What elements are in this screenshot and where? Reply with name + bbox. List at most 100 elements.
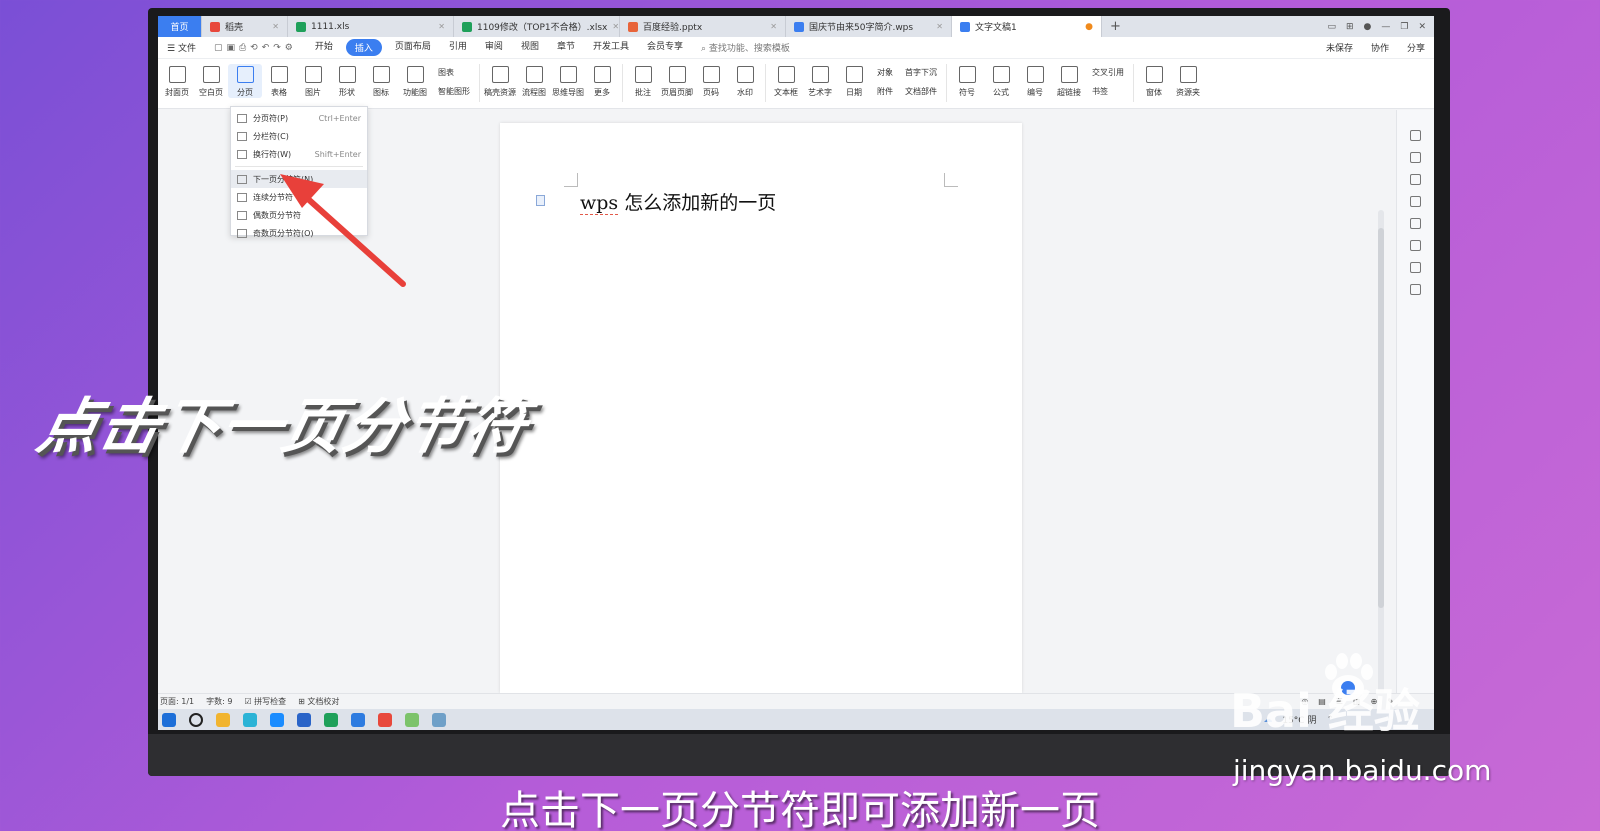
ribbon-button-ribbon-buttons2-6[interactable]: 页码 — [694, 64, 728, 98]
minimize-icon[interactable]: — — [1381, 22, 1390, 32]
ribbon-button-ribbon-buttons4-0[interactable]: 窗体 — [1137, 64, 1171, 98]
image-icon[interactable] — [1410, 240, 1421, 251]
document-text[interactable]: wps 怎么添加新的一页 — [580, 188, 776, 215]
ribbon-button-ribbon-buttons2-1[interactable]: 流程图 — [517, 64, 551, 98]
taskbar-app-icon-6[interactable] — [324, 712, 338, 727]
tab-close-icon[interactable]: ✕ — [612, 22, 619, 31]
tab-0[interactable]: 首页 — [158, 16, 202, 37]
taskbar-app-icon-8[interactable] — [378, 712, 392, 727]
tab-close-icon[interactable]: ✕ — [272, 22, 279, 31]
grid-icon[interactable]: ⊞ — [1346, 22, 1354, 32]
taskbar-app-icon-4[interactable] — [270, 712, 284, 727]
menu-tab-0[interactable]: 开始 — [315, 39, 333, 56]
ribbon-button-ribbon-buttons3-1[interactable]: 公式 — [984, 64, 1018, 98]
tab-5[interactable]: 国庆节由来50字简介.wps ✕ — [786, 16, 952, 37]
ribbon-button-ribbon-buttons3-3[interactable]: 超链接 — [1052, 64, 1086, 98]
ribbon-button-ribbon-buttons2-8[interactable]: 文本框 — [769, 64, 803, 98]
ribbon-button-ribbon-buttons-2[interactable]: 分页 — [228, 64, 262, 98]
ribbon-button-ribbon-buttons2-5[interactable]: 页眉页脚 — [660, 64, 694, 98]
scrollbar-thumb[interactable] — [1378, 228, 1384, 608]
vertical-scrollbar[interactable] — [1378, 210, 1384, 730]
ribbon-small-button[interactable]: 对象 — [877, 67, 893, 78]
ribbon-button-ribbon-buttons2-7[interactable]: 水印 — [728, 64, 762, 98]
menu-tab-8[interactable]: 会员专享 — [647, 39, 683, 56]
close-icon[interactable]: ✕ — [1418, 22, 1426, 32]
tab-close-icon[interactable]: ✕ — [936, 22, 943, 31]
menu-right-1[interactable]: 协作 — [1371, 41, 1389, 54]
avatar[interactable]: ● — [1364, 22, 1372, 32]
dropdown-item-5[interactable]: 偶数页分节符 — [231, 206, 367, 224]
ribbon-button-ribbon-buttons2-10[interactable]: 日期 — [837, 64, 871, 98]
help-icon[interactable] — [1410, 218, 1421, 229]
edit-icon[interactable] — [1410, 152, 1421, 163]
taskbar-app-icon-5[interactable] — [297, 712, 311, 727]
layout-icon[interactable]: ▭ — [1327, 22, 1336, 32]
ribbon-small-button[interactable]: 首字下沉 — [905, 67, 937, 78]
ribbon-button-ribbon-buttons3-2[interactable]: 编号 — [1018, 64, 1052, 98]
menu-tab-1[interactable]: 插入 — [345, 39, 382, 56]
tab-1[interactable]: 稻壳 ✕ — [202, 16, 288, 37]
ribbon-button-ribbon-buttons2-9[interactable]: 艺术字 — [803, 64, 837, 98]
taskbar-app-icon-3[interactable] — [243, 712, 257, 727]
restore-icon[interactable]: ❐ — [1400, 22, 1408, 32]
dropdown-item-4[interactable]: 连续分节符 — [231, 188, 367, 206]
ribbon-button-ribbon-buttons2-3[interactable]: 更多 — [585, 64, 619, 98]
status-proof[interactable]: ⊞ 文档校对 — [298, 696, 339, 707]
ribbon-button-ribbon-buttons-1[interactable]: 空白页 — [194, 64, 228, 98]
taskbar-app-icon-7[interactable] — [351, 712, 365, 727]
status-words[interactable]: 字数: 9 — [206, 696, 232, 707]
paragraph-doc-icon[interactable] — [536, 195, 545, 206]
menu-right-2[interactable]: 分享 — [1407, 41, 1425, 54]
taskbar-app-icon-0[interactable] — [162, 712, 176, 727]
adjust-icon[interactable] — [1410, 196, 1421, 207]
dropdown-item-0[interactable]: 分页符(P) Ctrl+Enter — [231, 109, 367, 127]
dropdown-item-6[interactable]: 奇数页分节符(O) — [231, 224, 367, 242]
menu-tab-5[interactable]: 视图 — [521, 39, 539, 56]
taskbar-app-icon-10[interactable] — [432, 712, 446, 727]
menu-tab-2[interactable]: 页面布局 — [395, 39, 431, 56]
ribbon-small-button[interactable]: 智能图形 — [438, 86, 470, 97]
dropdown-item-2[interactable]: 换行符(W) Shift+Enter — [231, 145, 367, 163]
ribbon-small-button[interactable]: 图表 — [438, 67, 470, 78]
dropdown-item-1[interactable]: 分栏符(C) — [231, 127, 367, 145]
ribbon-button-ribbon-buttons-5[interactable]: 形状 — [330, 64, 364, 98]
taskbar-app-icon-2[interactable] — [216, 712, 230, 727]
location-icon[interactable] — [1410, 262, 1421, 273]
tab-3[interactable]: 1109修改（TOP1不合格）.xlsx ✕ — [454, 16, 620, 37]
select-icon[interactable] — [1410, 174, 1421, 185]
taskbar-app-icon-1[interactable] — [189, 712, 203, 727]
menu-tab-6[interactable]: 章节 — [557, 39, 575, 56]
ribbon-button-ribbon-buttons-7[interactable]: 功能图 — [398, 64, 432, 98]
style-icon[interactable] — [1410, 130, 1421, 141]
ribbon-button-ribbon-buttons2-2[interactable]: 思维导图 — [551, 64, 585, 98]
menu-tab-7[interactable]: 开发工具 — [593, 39, 629, 56]
ribbon-button-ribbon-buttons-4[interactable]: 图片 — [296, 64, 330, 98]
taskbar-app-icon-9[interactable] — [405, 712, 419, 727]
book-icon[interactable] — [1410, 284, 1421, 295]
ribbon-button-ribbon-buttons-6[interactable]: 图标 — [364, 64, 398, 98]
ribbon-button-ribbon-buttons-0[interactable]: 封面页 — [160, 64, 194, 98]
ribbon-small-button[interactable]: 书签 — [1092, 86, 1124, 97]
menu-file[interactable]: ☰ 文件 — [167, 41, 196, 54]
ribbon-button-ribbon-buttons2-0[interactable]: 稿壳资源 — [483, 64, 517, 98]
quick-access-icons[interactable]: ▢▣⎙⟲↶↷⚙ — [214, 43, 297, 53]
menu-tab-3[interactable]: 引用 — [449, 39, 467, 56]
ribbon-small-button[interactable]: 交叉引用 — [1092, 67, 1124, 78]
tab-6[interactable]: 文字文稿1 ● — [952, 16, 1102, 37]
ribbon-button-ribbon-buttons-3[interactable]: 表格 — [262, 64, 296, 98]
document-page[interactable]: wps 怎么添加新的一页 — [500, 123, 1022, 693]
search-command[interactable]: ⌕ 查找功能、搜索模板 — [701, 41, 790, 54]
ribbon-small-button[interactable]: 附件 — [877, 86, 893, 97]
status-spell-check[interactable]: ☑ 拼写检查 — [244, 696, 286, 707]
new-tab-button[interactable]: + — [1102, 19, 1129, 34]
tab-close-icon[interactable]: ✕ — [770, 22, 777, 31]
ribbon-small-button[interactable]: 文档部件 — [905, 86, 937, 97]
tab-close-icon[interactable]: ✕ — [438, 22, 445, 31]
dropdown-item-3[interactable]: 下一页分节符(N) — [231, 170, 367, 188]
tab-2[interactable]: 1111.xls ✕ — [288, 16, 454, 37]
ribbon-button-ribbon-buttons3-0[interactable]: 符号 — [950, 64, 984, 98]
ribbon-button-ribbon-buttons2-4[interactable]: 批注 — [626, 64, 660, 98]
menu-right-0[interactable]: 未保存 — [1326, 41, 1353, 54]
menu-tab-4[interactable]: 审阅 — [485, 39, 503, 56]
tab-4[interactable]: 百度经验.pptx ✕ — [620, 16, 786, 37]
